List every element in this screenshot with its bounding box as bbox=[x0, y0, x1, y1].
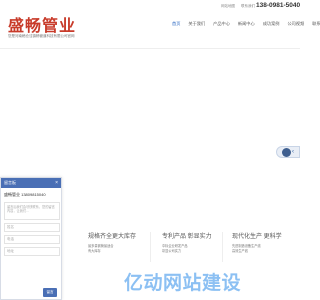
main-nav: 首页 关于我们 产品中心 新闻中心 成功案例 公司视频 联系我们 bbox=[168, 20, 320, 28]
message-panel: 留言板 × 盛畅管业 13809815040 留言后我们会尽快联系，您的留言内容… bbox=[0, 177, 62, 300]
utility-links: 网站地图 联系我们 bbox=[221, 4, 255, 9]
feature-desc: 中标企业研发产品 彰显公司实力 bbox=[162, 244, 210, 254]
nav-item-products[interactable]: 产品中心 bbox=[209, 20, 234, 28]
top-bar: 盛畅管业 您是河南稿仓洼镇畅管道科技有限公司官网 网站地图 联系我们 138-0… bbox=[0, 0, 320, 48]
submit-button[interactable]: 留言 bbox=[43, 288, 57, 297]
name-field-label: 姓名 bbox=[7, 225, 14, 229]
phone-number: 138-0981-5040 bbox=[256, 2, 301, 9]
feature-desc-line: 彰显公司实力 bbox=[162, 248, 182, 253]
message-panel-header: 留言板 × bbox=[1, 178, 61, 188]
feature-title: 规格齐全更大库存 bbox=[88, 234, 137, 240]
nav-divider bbox=[0, 48, 300, 49]
nav-item-contact[interactable]: 联系我们 bbox=[308, 20, 320, 28]
service-avatar-icon bbox=[282, 147, 291, 157]
message-textarea[interactable]: 留言后我们会尽快联系，您的留言内容，让我们... bbox=[4, 202, 60, 220]
feature-desc-line: 高效生产线 bbox=[232, 248, 248, 253]
feature-desc: 先进制造设备生产线 高效生产线 bbox=[232, 244, 280, 254]
logo-subtitle: 您是河南稿仓洼镇畅管道科技有限公司官网 bbox=[8, 34, 75, 38]
nav-item-home[interactable]: 首页 bbox=[168, 20, 184, 28]
feature-production: 现代化生产 更科学 先进制造设备生产线 高效生产线 bbox=[232, 231, 282, 254]
nav-item-cases[interactable]: 成功案例 bbox=[259, 20, 284, 28]
feature-divider bbox=[150, 232, 151, 262]
name-field[interactable]: 姓名 bbox=[4, 223, 60, 232]
feature-title: 现代化生产 更科学 bbox=[232, 234, 282, 240]
feature-stock: 规格齐全更大库存 最多量钢管最适合 有大库存 bbox=[88, 231, 136, 254]
feature-patent: 专利产品 彰显实力 中标企业研发产品 彰显公司实力 bbox=[162, 231, 212, 254]
feature-desc: 最多量钢管最适合 有大库存 bbox=[88, 244, 136, 254]
message-panel-title: 留言板 bbox=[4, 180, 16, 185]
phone-field[interactable]: 电话 bbox=[4, 235, 60, 244]
watermark-logo: 亿动网站建设 bbox=[124, 272, 242, 294]
message-panel-company: 盛畅管业 13809815040 bbox=[4, 192, 46, 197]
site-logo[interactable]: 盛畅管业 bbox=[8, 12, 76, 36]
nav-item-video[interactable]: 公司视频 bbox=[283, 20, 308, 28]
nav-item-about[interactable]: 关于我们 bbox=[184, 20, 209, 28]
util-link-sitemap[interactable]: 网站地图 bbox=[221, 4, 235, 9]
customer-service-float-button[interactable]: ‹ bbox=[276, 146, 300, 158]
chevron-left-icon: ‹ bbox=[292, 149, 294, 155]
util-link-contact[interactable]: 联系我们 bbox=[241, 4, 255, 9]
address-field-label: 地址 bbox=[7, 249, 14, 253]
address-field[interactable]: 地址 bbox=[4, 247, 60, 256]
feature-desc-line: 有大库存 bbox=[88, 248, 101, 253]
close-icon[interactable]: × bbox=[55, 180, 58, 186]
feature-title: 专利产品 彰显实力 bbox=[162, 234, 212, 240]
nav-item-news[interactable]: 新闻中心 bbox=[234, 20, 259, 28]
phone-field-label: 电话 bbox=[7, 237, 14, 241]
feature-divider bbox=[222, 232, 223, 262]
